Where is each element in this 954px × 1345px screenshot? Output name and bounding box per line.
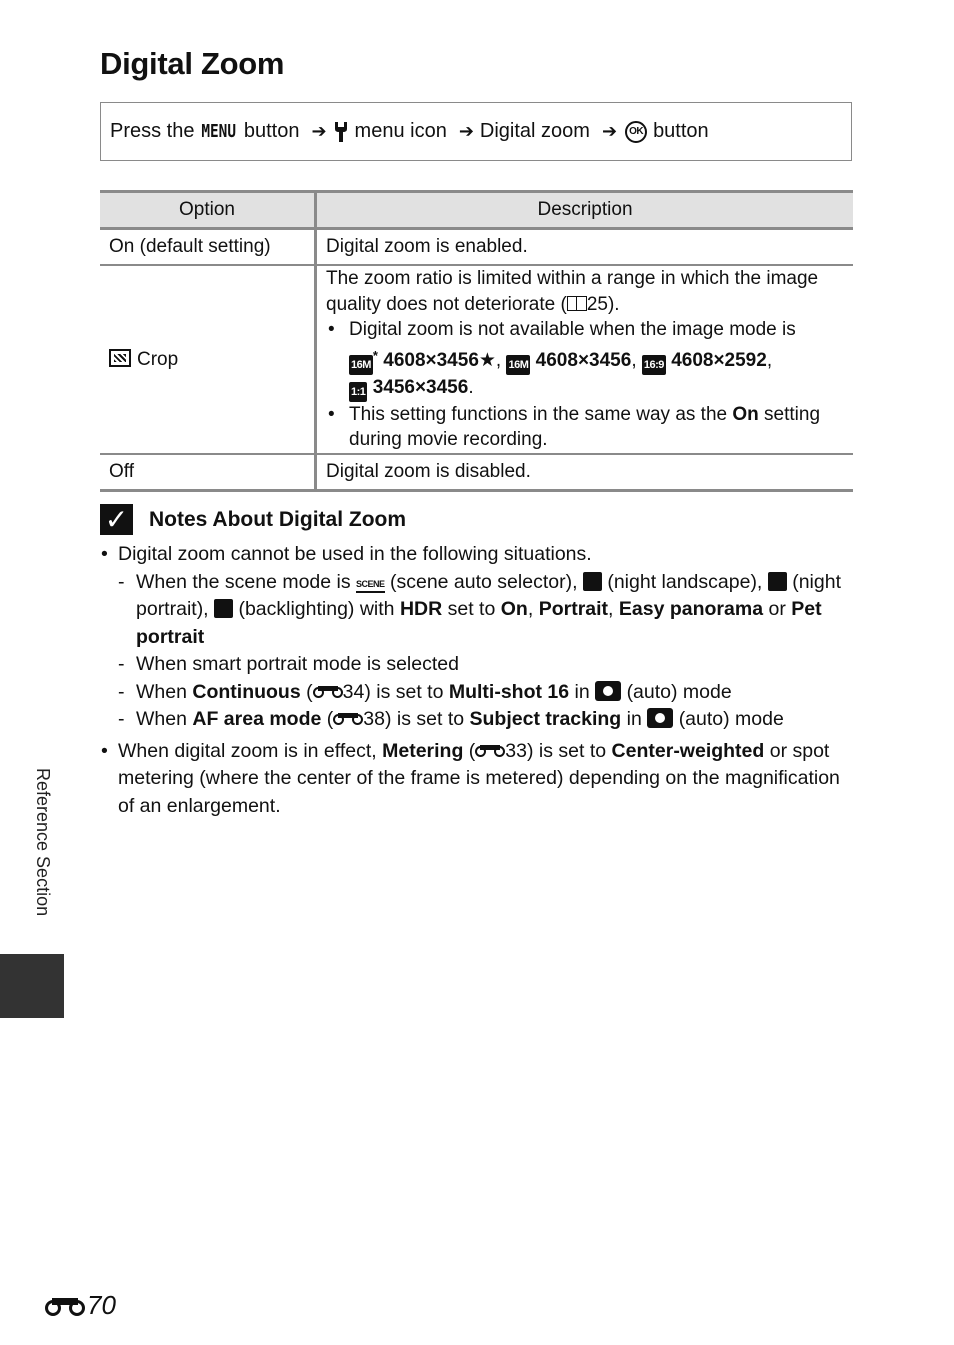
options-table: Option Description On (default setting) …: [100, 190, 853, 492]
option-cell: Crop: [100, 265, 317, 455]
text: in: [626, 708, 642, 730]
bold-text: On: [500, 598, 528, 620]
menu-path-box: Press the MENU button ➔ menu icon ➔ Digi…: [100, 102, 852, 161]
text: (auto) mode: [678, 708, 784, 730]
reference-binoculars-icon: [45, 1296, 85, 1316]
header-option: Option: [100, 190, 317, 230]
image-mode-label: 4608×3456★: [383, 349, 496, 371]
page-ref: 33: [505, 739, 527, 762]
backlighting-icon: [214, 599, 234, 618]
checkmark-icon: ✓: [100, 504, 133, 535]
bold-text: Center-weighted: [611, 739, 765, 762]
bold-text: AF area mode: [192, 708, 322, 730]
table-row: Crop The zoom ratio is limited within a …: [100, 265, 853, 455]
image-mode-label: 3456×3456: [372, 376, 469, 398]
bold-text: Subject tracking: [469, 708, 622, 730]
image-mode-label: 4608×3456: [535, 349, 632, 371]
notes-heading: ✓ Notes About Digital Zoom: [100, 504, 406, 535]
option-label: Crop: [137, 348, 179, 370]
text: is set to: [538, 739, 607, 762]
text: When: [136, 680, 187, 703]
camera-auto-icon: [647, 708, 674, 728]
book-icon: [566, 295, 587, 311]
crop-intro-end: ).: [607, 293, 620, 315]
bullet-text: This setting functions in the same way a…: [349, 403, 728, 425]
image-mode-1-1-icon: 1:1: [349, 381, 368, 402]
table-row: On (default setting) Digital zoom is ena…: [100, 228, 853, 266]
nav-press-text: Press the: [110, 120, 195, 142]
night-portrait-icon: [767, 571, 787, 591]
list-item: Digital zoom cannot be used in the follo…: [100, 541, 860, 569]
camera-auto-icon: [595, 680, 622, 701]
image-mode-label: 4608×2592: [671, 349, 767, 371]
table-header-row: Option Description: [100, 190, 853, 230]
text: When: [136, 708, 187, 730]
text: When the scene mode is: [136, 570, 351, 593]
page-ref: 25: [586, 293, 608, 315]
text: (backlighting) with: [238, 598, 395, 620]
nav-button-text: button: [653, 120, 709, 142]
page-ref: 38: [363, 708, 385, 730]
menu-button-glyph: MENU: [201, 121, 237, 142]
night-landscape-icon: [582, 571, 602, 591]
reference-binoculars-icon: [312, 684, 343, 698]
crop-icon: [109, 348, 131, 367]
text: (night landscape),: [607, 570, 763, 593]
image-mode-16m-star-icon: 16M: [349, 354, 373, 375]
page-ref: 34: [342, 680, 365, 703]
header-description: Description: [315, 190, 853, 230]
description-cell: Digital zoom is enabled.: [315, 228, 853, 266]
crop-bullet-2: This setting functions in the same way a…: [326, 402, 844, 453]
table-row: Off Digital zoom is disabled.: [100, 453, 853, 492]
option-cell: Off: [100, 453, 317, 492]
page-title: Digital Zoom: [100, 46, 285, 81]
bold-text: Metering: [382, 739, 464, 762]
crop-bullet-1: Digital zoom is not available when the i…: [326, 317, 844, 402]
section-side-label: Reference Section: [33, 768, 53, 917]
notes-list: Digital zoom cannot be used in the follo…: [100, 541, 860, 820]
text: When digital zoom is in effect,: [118, 739, 377, 762]
description-cell: The zoom ratio is limited within a range…: [315, 265, 853, 455]
description-cell: Digital zoom is disabled.: [315, 453, 853, 492]
image-mode-16m-icon: 16M: [506, 354, 531, 375]
section-tab-marker: [0, 954, 64, 1018]
page-number-text: 70: [87, 1290, 116, 1320]
reference-binoculars-icon: [333, 711, 364, 725]
bold-text: HDR: [399, 598, 443, 620]
bold-text: Continuous: [192, 680, 301, 703]
option-cell: On (default setting): [100, 228, 317, 266]
arrow-right-icon: ➔: [458, 121, 474, 141]
text: is set to: [396, 708, 465, 730]
text: in: [574, 680, 590, 703]
list-item: When digital zoom is in effect, Metering…: [100, 738, 860, 821]
notes-heading-text: Notes About Digital Zoom: [149, 507, 407, 531]
text: (auto) mode: [626, 680, 732, 703]
bold-text: Easy panorama: [618, 598, 764, 620]
bold-text: Portrait: [538, 598, 609, 620]
bullet-bold: On: [732, 403, 759, 425]
text: is set to: [376, 680, 444, 703]
page-number: 70: [45, 1290, 116, 1321]
reference-binoculars-icon: [475, 743, 506, 757]
bold-text: Multi-shot 16: [448, 680, 570, 703]
nav-item-text: Digital zoom: [479, 120, 590, 142]
sub-list-item: When Continuous (34) is set to Multi-sho…: [100, 679, 860, 707]
text: (scene auto selector),: [389, 570, 578, 593]
sub-list-item: When smart portrait mode is selected: [100, 651, 860, 679]
ok-button-icon: OK: [625, 120, 648, 143]
text: or: [768, 598, 786, 620]
image-mode-16-9-icon: 16:9: [641, 354, 666, 375]
crop-intro: The zoom ratio is limited within a range…: [326, 266, 844, 317]
scene-auto-selector-icon: SCENE: [356, 577, 385, 593]
nav-button-text: button: [243, 120, 300, 142]
text: set to: [447, 598, 496, 620]
nav-menu-icon-text: menu icon: [354, 120, 447, 142]
sub-list-item: When AF area mode (38) is set to Subject…: [100, 706, 860, 734]
arrow-right-icon: ➔: [311, 121, 327, 141]
arrow-right-icon: ➔: [601, 121, 618, 141]
bullet-text: Digital zoom is not available when the i…: [349, 319, 796, 340]
wrench-icon: [333, 121, 349, 142]
sub-list-item: When the scene mode is SCENE (scene auto…: [100, 569, 860, 652]
